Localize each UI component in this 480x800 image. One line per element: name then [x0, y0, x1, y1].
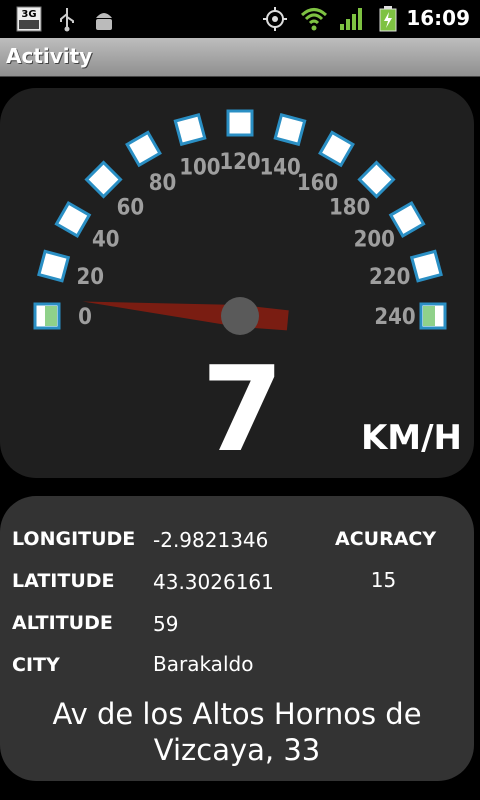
3g-icon: 3G	[16, 6, 42, 32]
status-bar: 3G 16:09	[0, 0, 480, 38]
page-title: Activity	[6, 44, 93, 68]
longitude-label: LONGITUDE	[12, 528, 136, 550]
gauge-tick-label: 140	[259, 155, 300, 180]
gps-icon	[263, 7, 287, 31]
gauge-tick-label: 160	[297, 171, 338, 196]
gauge-tick-marker	[54, 201, 92, 238]
gauge-tick-marker	[388, 201, 426, 238]
latitude-label: LATITUDE	[12, 570, 115, 592]
city-value: Barakaldo	[153, 652, 254, 676]
gauge-tick-label: 40	[92, 228, 120, 253]
wifi-icon	[300, 8, 328, 31]
gauge-tick-label: 100	[179, 155, 220, 180]
gauge-tick-label: 200	[354, 228, 395, 253]
location-info-panel: LONGITUDE -2.9821346 LATITUDE 43.3026161…	[0, 496, 474, 781]
clock: 16:09	[406, 6, 470, 30]
gauge-tick-marker	[409, 249, 443, 283]
altitude-value: 59	[153, 612, 179, 636]
gauge-tick-label: 120	[219, 150, 260, 175]
street-address: Av de los Altos Hornos de Vizcaya, 33	[52, 697, 422, 767]
speed-unit: KM/H	[360, 418, 462, 458]
longitude-value: -2.9821346	[153, 528, 269, 552]
gauge-tick-marker	[419, 302, 447, 330]
accuracy-value: 15	[370, 568, 397, 592]
android-debug-icon	[96, 13, 112, 30]
signal-icon	[340, 8, 362, 30]
gauge-tick-marker	[84, 160, 123, 199]
gauge-tick-marker	[125, 130, 162, 168]
altitude-label: ALTITUDE	[12, 612, 113, 634]
speedometer-panel: 0 20 40 60 80 100 120 140 160 180 200 220 240 7 KM/H	[0, 88, 474, 478]
gauge-tick-label: 20	[77, 265, 105, 290]
gauge-tick-marker	[273, 113, 307, 147]
city-label: CITY	[12, 654, 60, 676]
gauge-tick-marker	[33, 302, 61, 330]
svg-text:3G: 3G	[21, 9, 36, 20]
gauge-tick-marker	[318, 130, 355, 168]
battery-charging-icon	[379, 6, 397, 32]
gauge-tick-marker	[357, 160, 396, 199]
gauge-tick-label: 180	[329, 195, 370, 220]
gauge-tick-marker	[37, 249, 71, 283]
title-bar: Activity	[0, 38, 480, 77]
speed-value: 7	[201, 340, 284, 478]
gauge-tick-marker	[226, 109, 254, 137]
gauge-tick-label: 60	[117, 195, 145, 220]
gauge-tick-marker	[173, 113, 207, 147]
gauge-tick-label: 80	[149, 171, 177, 196]
gauge-hub	[221, 297, 259, 335]
gauge-tick-label: 240	[374, 305, 415, 330]
accuracy-label: ACURACY	[335, 528, 437, 550]
latitude-value: 43.3026161	[153, 570, 274, 594]
gauge-tick-label: 220	[369, 265, 410, 290]
usb-icon	[60, 8, 74, 32]
gauge-tick-label: 0	[78, 305, 92, 330]
